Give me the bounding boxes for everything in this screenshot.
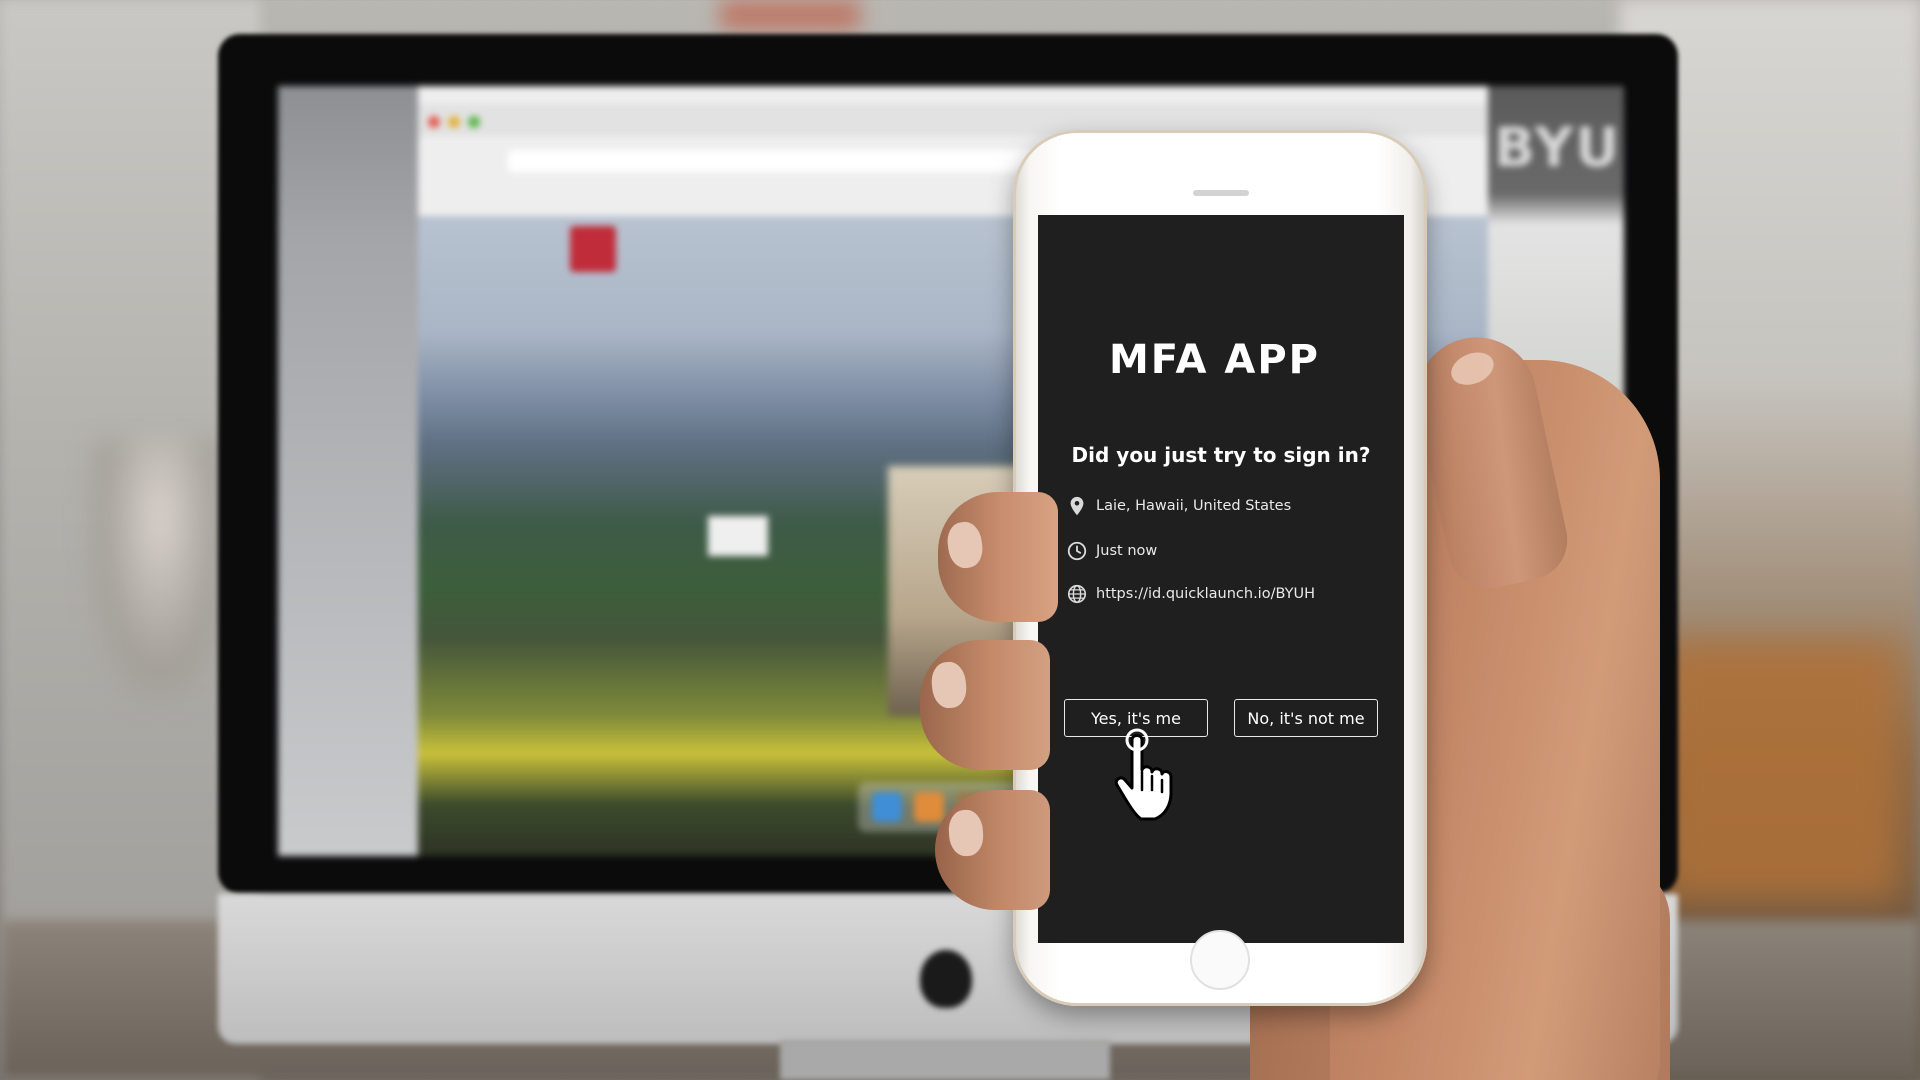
thumb-nail [1446,346,1499,391]
background-furniture [1660,640,1900,900]
dock-app-icon [872,792,902,822]
background-object [720,0,860,30]
deny-sign-in-button[interactable]: No, it's not me [1234,699,1378,737]
tap-cursor-icon [1114,728,1173,821]
finger-nail [929,660,969,710]
smartphone: MFA APP Did you just try to sign in? Lai… [1013,130,1427,1006]
monitor-left-panel [278,86,418,856]
time-row: Just now [1066,538,1157,564]
monitor-stand [780,1040,1110,1080]
middle-finger [920,640,1050,770]
index-finger [938,492,1058,622]
phone-speaker [1193,190,1249,196]
finger-nail [947,808,985,858]
apple-logo-icon [920,950,972,1008]
ring-finger [935,790,1050,910]
site-logo [570,226,616,272]
url-text: https://id.quicklaunch.io/BYUH [1096,586,1315,602]
window-zoom-dot [468,116,480,128]
globe-icon [1067,584,1087,604]
phone-home-button[interactable] [1190,930,1250,990]
time-text: Just now [1096,543,1158,559]
location-pin-icon [1070,496,1084,516]
location-text: Laie, Hawaii, United States [1096,498,1292,514]
location-row: Laie, Hawaii, United States [1066,493,1291,519]
finger-nail [944,519,986,571]
url-row: https://id.quicklaunch.io/BYUH [1066,581,1315,607]
campus-flag [708,516,768,556]
app-title: MFA APP [1108,337,1320,383]
background-person [90,440,230,700]
byu-logo: BYU [1494,116,1622,179]
sign-in-prompt: Did you just try to sign in? [1071,443,1371,467]
window-close-dot [428,116,440,128]
mfa-app-screen: MFA APP Did you just try to sign in? Lai… [1038,215,1404,943]
dock-app-icon [914,792,944,822]
clock-icon [1067,541,1087,561]
window-minimize-dot [448,116,460,128]
